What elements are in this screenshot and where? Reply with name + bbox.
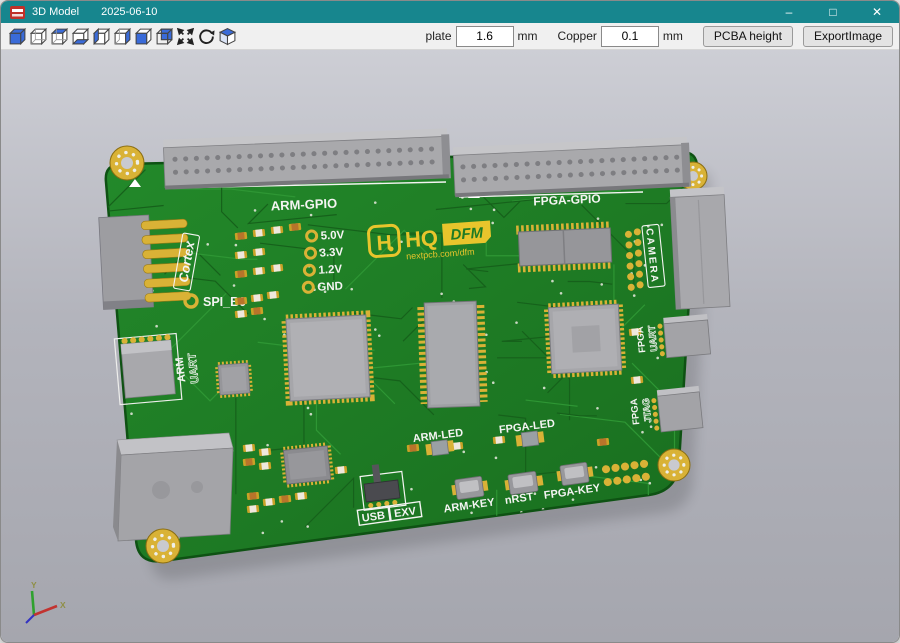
power-1v2-label: 1.2V	[318, 263, 343, 276]
camera-connector[interactable]	[670, 187, 730, 310]
ethernet-connector[interactable]	[113, 433, 233, 541]
power-gnd-label: GND	[317, 280, 343, 293]
app-window: 3D Model 2025-06-10 – □ ✕	[0, 0, 900, 643]
view-solid-cube-icon[interactable]	[7, 26, 28, 47]
mounting-hole-top-left	[110, 146, 144, 180]
window-date: 2025-06-10	[101, 6, 157, 18]
power-5v-label: 5.0V	[320, 229, 345, 242]
fpga-uart-label-group: FPGA UART	[635, 325, 661, 354]
mounting-hole-bottom-right	[658, 449, 690, 481]
fpga-uart-connector[interactable]	[659, 314, 710, 358]
plate-input[interactable]	[456, 26, 514, 47]
fpga-gpio-connector[interactable]	[453, 137, 691, 198]
view-front-face-icon[interactable]	[133, 26, 154, 47]
export-image-button[interactable]: ExportImage	[803, 26, 893, 47]
rotate-view-icon[interactable]	[196, 26, 217, 47]
title-bar: 3D Model 2025-06-10 – □ ✕	[1, 1, 899, 23]
axes-gizmo: Y X	[26, 580, 66, 623]
copper-input[interactable]	[601, 26, 659, 47]
view-back-face-icon[interactable]	[154, 26, 175, 47]
uart-qfn-chip[interactable]	[218, 363, 250, 395]
isometric-view-icon[interactable]	[217, 26, 238, 47]
memory-sop-chip[interactable]	[422, 301, 483, 408]
fpga-qfp-chip[interactable]	[548, 304, 621, 374]
axis-x-label: X	[60, 600, 66, 610]
toolbar: plate mm Copper mm PCBA height ExportIma…	[1, 23, 899, 50]
fpga-jtag-label-group: FPGA JTAG	[629, 397, 655, 426]
pcba-height-button[interactable]: PCBA height	[703, 26, 793, 47]
plate-unit: mm	[518, 29, 538, 43]
dual-sop-chip[interactable]	[516, 226, 612, 268]
copper-label: Copper	[558, 29, 597, 43]
logo-hq-text: HQ	[404, 225, 439, 252]
close-button[interactable]: ✕	[855, 1, 899, 23]
view-left-face-icon[interactable]	[91, 26, 112, 47]
logo-h-mark: H	[376, 231, 393, 255]
arm-qfp-chip[interactable]	[286, 315, 370, 401]
logo-dfm-text: DFM	[450, 224, 484, 243]
axis-y-label: Y	[31, 580, 37, 590]
fit-view-icon[interactable]	[175, 26, 196, 47]
window-title: 3D Model	[32, 6, 79, 18]
arm-gpio-label: ARM-GPIO	[270, 196, 337, 214]
view-top-face-icon[interactable]	[49, 26, 70, 47]
maximize-button[interactable]: □	[811, 1, 855, 23]
view-right-face-icon[interactable]	[112, 26, 133, 47]
mounting-hole-bottom-left	[146, 529, 180, 563]
fpga-jtag-connector[interactable]	[653, 386, 703, 433]
app-icon	[10, 6, 25, 19]
view-wireframe-cube-icon[interactable]	[28, 26, 49, 47]
copper-unit: mm	[663, 29, 683, 43]
minimize-button[interactable]: –	[767, 1, 811, 23]
plate-label: plate	[426, 29, 452, 43]
power-3v3-label: 3.3V	[319, 246, 344, 259]
pcb-3d-model[interactable]: ARM-GPIO FPGA-GPIO Cortex SPI_B0 5	[1, 50, 899, 642]
fpga-gpio-label: FPGA-GPIO	[533, 192, 601, 209]
view-bottom-face-icon[interactable]	[70, 26, 91, 47]
power-qfn-chip[interactable]	[283, 446, 330, 484]
model-viewport[interactable]: ARM-GPIO FPGA-GPIO Cortex SPI_B0 5	[1, 50, 899, 642]
